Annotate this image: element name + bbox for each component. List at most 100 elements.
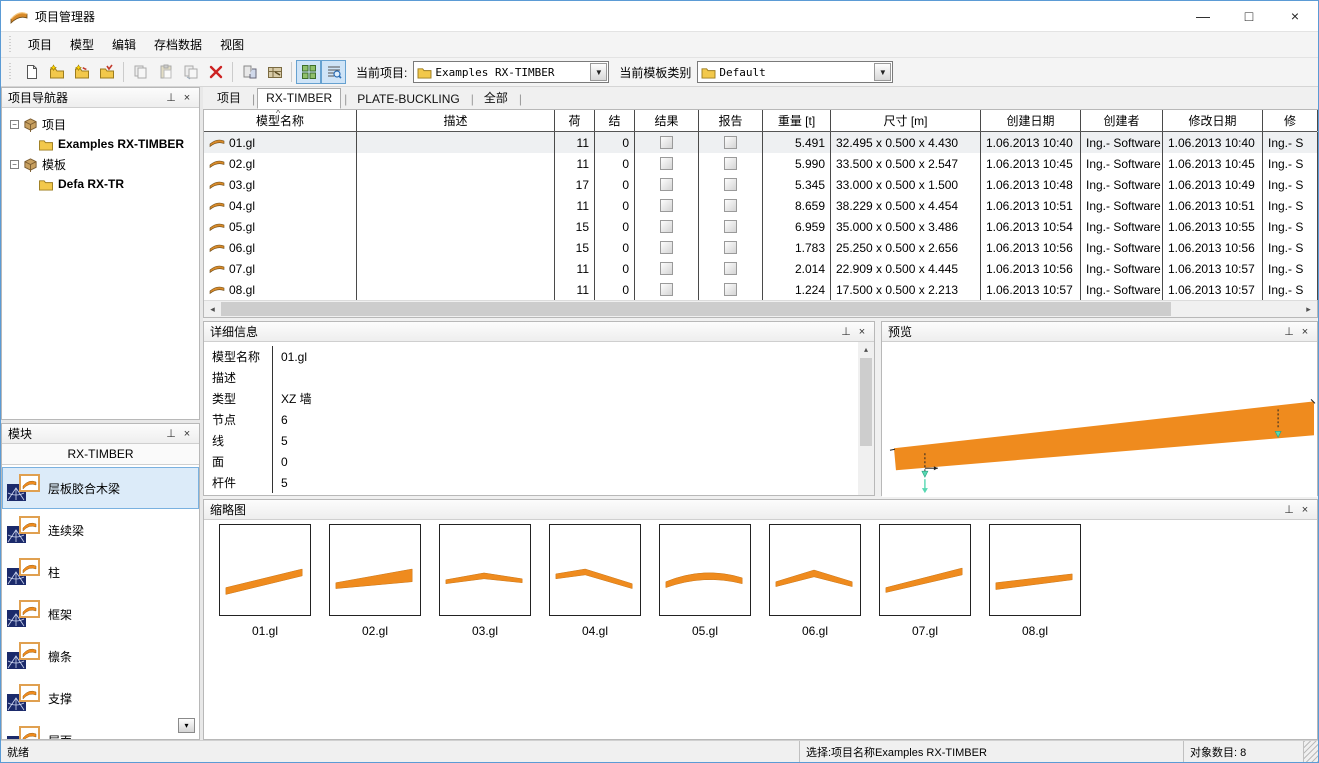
edit-project-icon[interactable]: [69, 60, 94, 84]
pin-icon[interactable]: ⊥: [163, 426, 179, 441]
vscroll-thumb[interactable]: [860, 358, 872, 446]
checkbox[interactable]: [724, 178, 737, 191]
thumbnail-item[interactable]: 01.gl: [210, 524, 320, 638]
table-row[interactable]: 01.gl1105.49132.495 x 0.500 x 4.4301.06.…: [204, 132, 1317, 153]
column-header-0[interactable]: 模型名称^: [204, 110, 357, 131]
module-item-continuous-beam[interactable]: 连续梁: [2, 509, 199, 551]
tab-plate-buckling[interactable]: PLATE-BUCKLING: [349, 90, 467, 109]
checkbox[interactable]: [724, 262, 737, 275]
tree-node-0[interactable]: −项目: [4, 114, 197, 134]
menu-item-project[interactable]: 项目: [19, 35, 61, 55]
thumbnail-image[interactable]: [549, 524, 641, 616]
thumbnail-item[interactable]: 06.gl: [760, 524, 870, 638]
modules-group-header[interactable]: RX-TIMBER: [2, 444, 199, 465]
thumbnail-item[interactable]: 07.gl: [870, 524, 980, 638]
thumbnail-view-icon[interactable]: [296, 60, 321, 84]
tree-child-1-0[interactable]: Defa RX-TR: [4, 174, 197, 194]
thumbnail-image[interactable]: [329, 524, 421, 616]
paste-icon[interactable]: [153, 60, 178, 84]
thumbnail-image[interactable]: [659, 524, 751, 616]
checkbox[interactable]: [660, 241, 673, 254]
column-header-2[interactable]: 荷: [555, 110, 595, 131]
checkbox[interactable]: [660, 220, 673, 233]
expander-icon[interactable]: −: [10, 120, 19, 129]
table-row[interactable]: 07.gl1102.01422.909 x 0.500 x 4.4451.06.…: [204, 258, 1317, 279]
table-row[interactable]: 04.gl1108.65938.229 x 0.500 x 4.4541.06.…: [204, 195, 1317, 216]
module-item-roof[interactable]: 屋面: [2, 719, 199, 739]
import-model-icon[interactable]: [237, 60, 262, 84]
thumbnail-image[interactable]: [769, 524, 861, 616]
table-row[interactable]: 02.gl1105.99033.500 x 0.500 x 2.5471.06.…: [204, 153, 1317, 174]
checkbox[interactable]: [724, 283, 737, 296]
resize-grip[interactable]: [1304, 741, 1318, 762]
column-header-3[interactable]: 结: [595, 110, 635, 131]
close-icon[interactable]: ×: [1297, 324, 1313, 339]
column-header-4[interactable]: 结果: [635, 110, 699, 131]
checkbox[interactable]: [660, 199, 673, 212]
table-row[interactable]: 08.gl1101.22417.500 x 0.500 x 2.2131.06.…: [204, 279, 1317, 300]
module-item-frame[interactable]: 框架: [2, 593, 199, 635]
horizontal-scrollbar[interactable]: ◂ ▸: [204, 300, 1317, 317]
checkbox[interactable]: [660, 178, 673, 191]
chevron-down-icon[interactable]: ▼: [590, 63, 607, 81]
checkbox[interactable]: [660, 136, 673, 149]
thumbnail-image[interactable]: [439, 524, 531, 616]
table-row[interactable]: 03.gl1705.34533.000 x 0.500 x 1.5001.06.…: [204, 174, 1317, 195]
column-header-6[interactable]: 重量 [t]: [763, 110, 831, 131]
tab-project[interactable]: 项目: [209, 87, 249, 109]
checkbox[interactable]: [724, 220, 737, 233]
close-icon[interactable]: ×: [179, 426, 195, 441]
checkbox[interactable]: [660, 157, 673, 170]
new-project-icon[interactable]: [44, 60, 69, 84]
scroll-up-icon[interactable]: ▴: [858, 342, 874, 357]
modules-scroll-down-button[interactable]: ▾: [178, 718, 195, 733]
thumbnail-image[interactable]: [879, 524, 971, 616]
tree-child-0-0[interactable]: Examples RX-TIMBER: [4, 134, 197, 154]
table-row[interactable]: 05.gl1506.95935.000 x 0.500 x 3.4861.06.…: [204, 216, 1317, 237]
close-icon[interactable]: ×: [179, 90, 195, 105]
thumbnail-image[interactable]: [219, 524, 311, 616]
scroll-left-icon[interactable]: ◂: [204, 301, 221, 317]
menu-item-view[interactable]: 视图: [211, 35, 253, 55]
thumbnail-item[interactable]: 08.gl: [980, 524, 1090, 638]
checkbox[interactable]: [660, 262, 673, 275]
column-header-5[interactable]: 报告: [699, 110, 763, 131]
module-item-bracing[interactable]: 支撑: [2, 677, 199, 719]
tree-node-1[interactable]: −模板: [4, 154, 197, 174]
module-item-glulam-beam[interactable]: 层板胶合木梁: [2, 467, 199, 509]
column-header-1[interactable]: 描述: [357, 110, 555, 131]
thumbnail-item[interactable]: 04.gl: [540, 524, 650, 638]
copy-icon[interactable]: [128, 60, 153, 84]
delete-icon[interactable]: [203, 60, 228, 84]
maximize-button[interactable]: □: [1226, 1, 1272, 31]
column-header-11[interactable]: 修: [1263, 110, 1318, 131]
menu-item-model[interactable]: 模型: [61, 35, 103, 55]
preview-viewport[interactable]: [882, 342, 1317, 497]
menu-item-edit[interactable]: 编辑: [103, 35, 145, 55]
tab-rx-timber[interactable]: RX-TIMBER: [257, 88, 341, 109]
pin-icon[interactable]: ⊥: [1281, 502, 1297, 517]
minimize-button[interactable]: —: [1180, 1, 1226, 31]
module-item-column[interactable]: 柱: [2, 551, 199, 593]
copy-special-icon[interactable]: [178, 60, 203, 84]
column-header-10[interactable]: 修改日期: [1163, 110, 1263, 131]
close-icon[interactable]: ×: [1297, 502, 1313, 517]
checkbox[interactable]: [724, 157, 737, 170]
detail-view-icon[interactable]: [321, 60, 346, 84]
template-category-combobox[interactable]: Default ▼: [697, 61, 893, 83]
archive-icon[interactable]: [262, 60, 287, 84]
chevron-down-icon[interactable]: ▼: [874, 63, 891, 81]
thumbnail-image[interactable]: [989, 524, 1081, 616]
table-row[interactable]: 06.gl1501.78325.250 x 0.500 x 2.6561.06.…: [204, 237, 1317, 258]
thumbnail-item[interactable]: 03.gl: [430, 524, 540, 638]
column-header-8[interactable]: 创建日期: [981, 110, 1081, 131]
hscroll-thumb[interactable]: [221, 302, 1171, 316]
column-header-9[interactable]: 创建者: [1081, 110, 1163, 131]
module-item-purlin[interactable]: 檩条: [2, 635, 199, 677]
current-project-combobox[interactable]: Examples RX-TIMBER ▼: [413, 61, 609, 83]
tab-all[interactable]: 全部: [476, 87, 516, 109]
thumbnail-item[interactable]: 05.gl: [650, 524, 760, 638]
new-model-icon[interactable]: [19, 60, 44, 84]
checkbox[interactable]: [724, 136, 737, 149]
hscroll-track[interactable]: [221, 301, 1300, 317]
